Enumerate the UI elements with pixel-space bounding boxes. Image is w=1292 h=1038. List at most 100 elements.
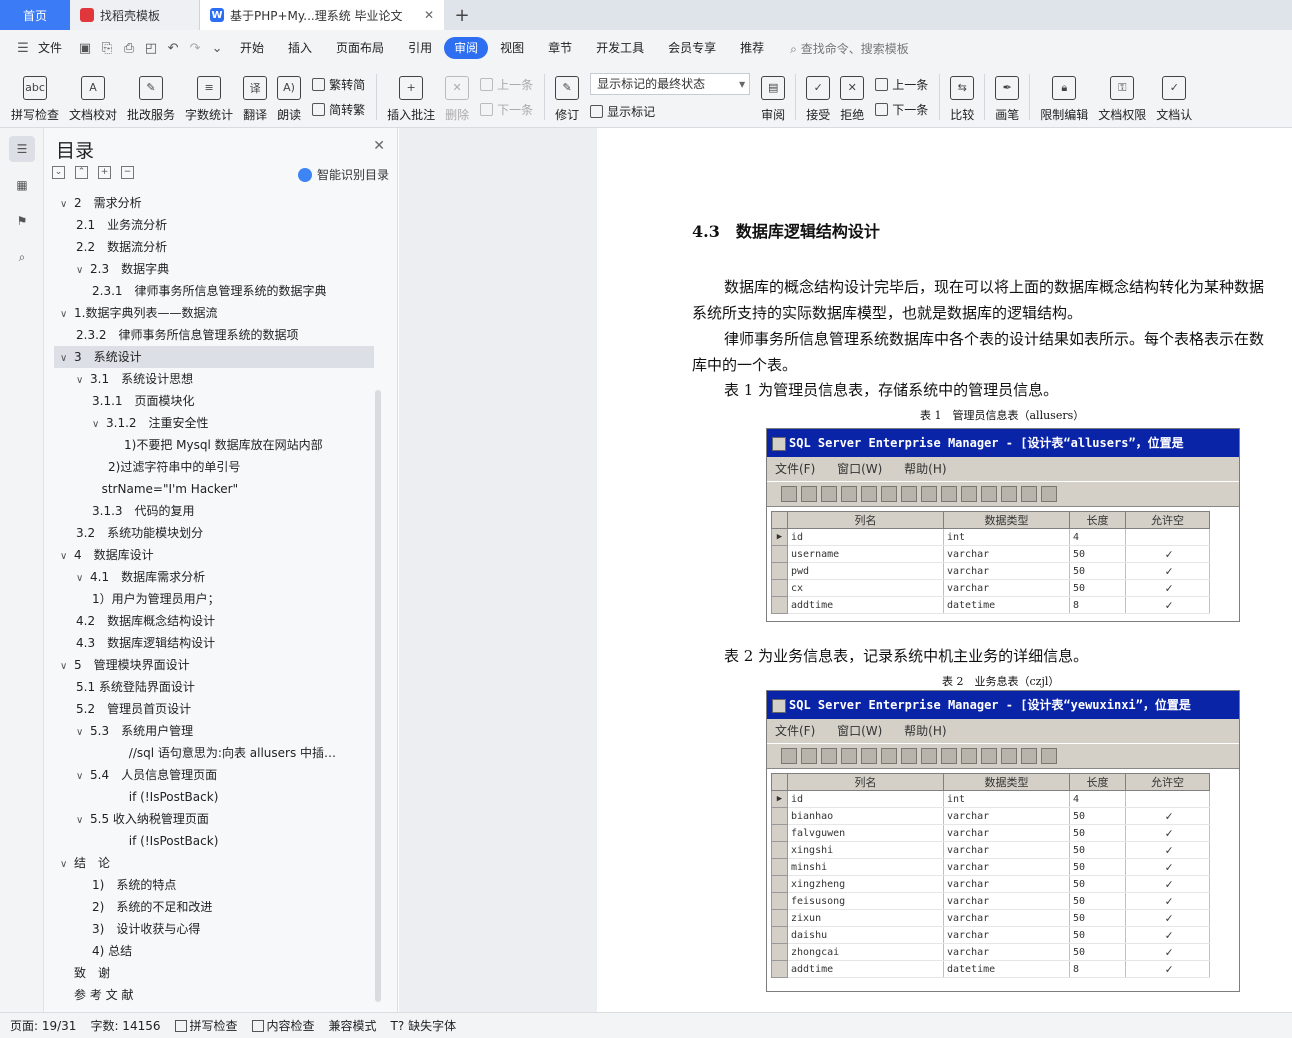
toc-item[interactable]: ∨ 4 数据库设计 (54, 544, 374, 566)
chevron-down-icon[interactable]: ∨ (60, 348, 74, 368)
chevron-down-icon[interactable]: ∨ (60, 656, 74, 676)
chevron-down-icon[interactable]: ∨ (76, 722, 90, 742)
toc-item[interactable]: 3) 设计收获与心得 (54, 918, 374, 940)
reject-button[interactable]: ✕ 拒绝 (835, 71, 869, 123)
chevron-down-icon[interactable]: ∨ (76, 766, 90, 786)
menu-reference[interactable]: 引用 (396, 37, 444, 59)
doc-permission-button[interactable]: ⚿ 文档权限 (1093, 71, 1151, 123)
chevron-down-icon[interactable]: ∨ (92, 414, 106, 434)
menu-view[interactable]: 视图 (488, 37, 536, 59)
track-changes-button[interactable]: ✎ 修订 (550, 71, 584, 123)
chevron-down-icon[interactable]: ∨ (60, 194, 74, 214)
menu-recommend[interactable]: 推荐 (728, 37, 776, 59)
batch-service-button[interactable]: ✎ 批改服务 (122, 71, 180, 123)
save-icon[interactable]: ▣ (74, 37, 96, 59)
delete-comment-button[interactable]: ✕ 删除 (440, 71, 474, 123)
undo-icon[interactable]: ↶ (162, 37, 184, 59)
simp-to-trad-button[interactable]: 简转繁 (312, 101, 365, 118)
smart-toc-button[interactable]: 智能识别目录 (297, 166, 389, 183)
toc-item[interactable]: strName="I'm Hacker" (54, 478, 374, 500)
status-spell-check[interactable]: 拼写检查 (174, 1017, 238, 1034)
menu-layout[interactable]: 页面布局 (324, 37, 396, 59)
missing-font[interactable]: T? 缺失字体 (391, 1017, 457, 1034)
toc-item[interactable]: 2.1 业务流分析 (54, 214, 374, 236)
menu-review[interactable]: 审阅 (444, 37, 489, 59)
menu-devtools[interactable]: 开发工具 (584, 37, 656, 59)
compare-button[interactable]: ⇆ 比较 (945, 71, 979, 123)
new-tab-button[interactable]: + (444, 0, 480, 30)
toc-item[interactable]: //sql 语句意思为:向表 allusers 中插… (54, 742, 374, 764)
toc-item[interactable]: 3.1.1 页面模块化 (54, 390, 374, 412)
collapse-all-icon[interactable]: ⌄ (52, 166, 65, 179)
insert-comment-button[interactable]: + 插入批注 (382, 71, 440, 123)
translate-button[interactable]: 译翻译 (238, 71, 272, 123)
remove-level-icon[interactable]: − (121, 166, 134, 179)
toc-item[interactable]: ∨ 3.1.2 注重安全性 (54, 412, 374, 434)
page-indicator[interactable]: 页面: 19/31 (10, 1017, 76, 1034)
toc-item[interactable]: 4) 总结 (54, 940, 374, 962)
outline-icon[interactable]: ▦ (9, 172, 35, 198)
toc-item[interactable]: 1)不要把 Mysql 数据库放在网站内部 (54, 434, 374, 456)
restrict-edit-button[interactable]: 🔒︎ 限制编辑 (1035, 71, 1093, 123)
toc-item[interactable]: 5.1 系统登陆界面设计 (54, 676, 374, 698)
chevron-down-icon[interactable]: ∨ (76, 370, 90, 390)
status-content-check[interactable]: 内容检查 (251, 1017, 315, 1034)
toc-item[interactable]: ∨ 1.数据字典列表——数据流 (54, 302, 374, 324)
chevron-down-icon[interactable]: ∨ (76, 810, 90, 830)
toc-item[interactable]: 2.3.1 律师事务所信息管理系统的数据字典 (54, 280, 374, 302)
tab-document[interactable]: W 基于PHP+My...理系统 毕业论文 ✕ (200, 0, 444, 30)
toc-item[interactable]: ∨ 5.5 收入纳税管理页面 (54, 808, 374, 830)
menu-insert[interactable]: 插入 (276, 37, 324, 59)
toc-item[interactable]: 4.3 数据库逻辑结构设计 (54, 632, 374, 654)
expand-all-icon[interactable]: ⌃ (75, 166, 88, 179)
toc-item[interactable]: ∨ 结 论 (54, 852, 374, 874)
doc-certify-button[interactable]: ✓ 文档认 (1151, 71, 1197, 123)
close-icon[interactable]: ✕ (373, 138, 385, 154)
toc-item[interactable]: ∨ 3.1 系统设计思想 (54, 368, 374, 390)
prev-change-button[interactable]: 上一条 (875, 76, 928, 93)
toc-item[interactable]: 致 谢 (54, 962, 374, 984)
review-pane-button[interactable]: ▤ 审阅 (756, 71, 790, 123)
prev-comment-button[interactable]: 上一条 (480, 76, 533, 93)
toc-item[interactable]: ∨ 2.3 数据字典 (54, 258, 374, 280)
add-level-icon[interactable]: + (98, 166, 111, 179)
chevron-down-icon[interactable]: ∨ (60, 854, 74, 874)
close-icon[interactable]: ✕ (418, 8, 434, 22)
word-count-button[interactable]: ≡ 字数统计 (180, 71, 238, 123)
search-icon[interactable]: ⌕ (9, 244, 35, 270)
toc-item[interactable]: ∨ 2 需求分析 (54, 192, 374, 214)
toc-item[interactable]: 5.2 管理员首页设计 (54, 698, 374, 720)
toc-item[interactable]: 2.3.2 律师事务所信息管理系统的数据项 (54, 324, 374, 346)
bookmark-icon[interactable]: ⚑ (9, 208, 35, 234)
word-count[interactable]: 字数: 14156 (90, 1017, 160, 1034)
toc-item[interactable]: 4.2 数据库概念结构设计 (54, 610, 374, 632)
trad-to-simp-button[interactable]: 繁转简 (312, 76, 365, 93)
chevron-down-icon[interactable]: ∨ (76, 260, 90, 280)
menu-member[interactable]: 会员专享 (656, 37, 728, 59)
hamburger-icon[interactable]: ☰ (12, 37, 34, 59)
chevron-down-icon[interactable]: ∨ (60, 304, 74, 324)
export-icon[interactable]: ⎘ (96, 37, 118, 59)
toc-item[interactable]: 2)过滤字符串中的单引号 (54, 456, 374, 478)
toc-item[interactable]: 3.1.3 代码的复用 (54, 500, 374, 522)
doc-proof-button[interactable]: A 文档校对 (64, 71, 122, 123)
pen-button[interactable]: ✒ 画笔 (990, 71, 1024, 123)
toc-item[interactable]: ∨ 5 管理模块界面设计 (54, 654, 374, 676)
toc-item[interactable]: 参 考 文 献 (54, 984, 374, 1006)
toc-scrollbar[interactable] (375, 390, 381, 1002)
toc-item[interactable]: 2.2 数据流分析 (54, 236, 374, 258)
toc-item[interactable]: if (!IsPostBack) (54, 786, 374, 808)
toc-item[interactable]: ∨ 5.3 系统用户管理 (54, 720, 374, 742)
chevron-down-icon[interactable]: ⌄ (206, 37, 228, 59)
toc-item[interactable]: 1）用户为管理员用户； (54, 588, 374, 610)
menu-file[interactable]: 文件 (34, 37, 74, 59)
toc-item[interactable]: 2) 系统的不足和改进 (54, 896, 374, 918)
command-search[interactable]: ⌕ 查找命令、搜索模板 (776, 40, 909, 57)
tab-home[interactable]: 首页 (0, 0, 70, 30)
toc-item[interactable]: ∨ 3 系统设计 (54, 346, 374, 368)
toc-item[interactable]: ∨ 5.4 人员信息管理页面 (54, 764, 374, 786)
print-icon[interactable]: ⎙ (118, 37, 140, 59)
document-page[interactable]: 4.3 数据库逻辑结构设计 数据库的概念结构设计完毕后，现在可以将上面的数据库概… (598, 128, 1292, 1012)
toc-item[interactable]: 3.2 系统功能模块划分 (54, 522, 374, 544)
toc-item[interactable]: if (!IsPostBack) (54, 830, 374, 852)
